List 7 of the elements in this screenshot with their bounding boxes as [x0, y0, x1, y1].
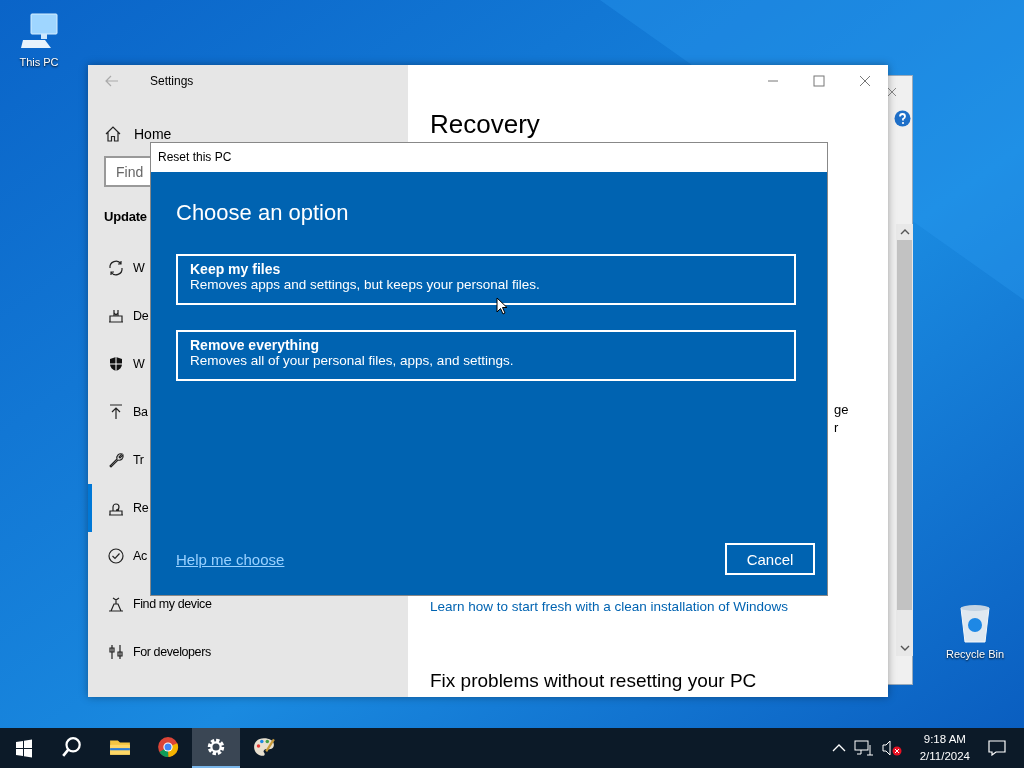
- text-fragment: ge: [834, 401, 849, 419]
- window-title: Settings: [150, 74, 194, 88]
- page-heading: Recovery: [430, 109, 541, 139]
- section-heading: Fix problems without resetting your PC: [430, 670, 757, 692]
- text-fragment: r: [834, 419, 839, 437]
- section-title: Update: [104, 209, 147, 226]
- dialog-heading: Choose an option: [176, 200, 350, 226]
